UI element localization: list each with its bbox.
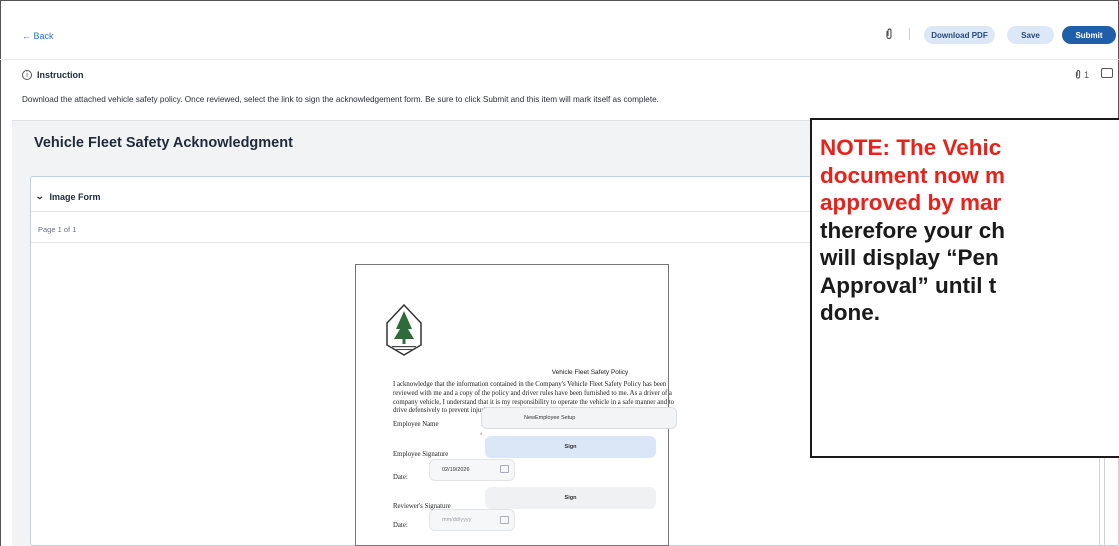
comment-icon[interactable] — [1101, 68, 1113, 78]
note-line: will display “Pen — [820, 245, 999, 270]
note-line: document now m — [820, 162, 1005, 188]
attachments-indicator[interactable]: 1 — [1074, 69, 1089, 80]
instruction-text: Download the attached vehicle safety pol… — [22, 95, 659, 104]
info-icon: i — [22, 70, 32, 80]
calendar-icon[interactable] — [500, 465, 509, 473]
note-line: therefore your ch — [820, 217, 1006, 243]
chevron-down-icon: ⌄ — [34, 191, 45, 201]
submit-button[interactable]: Submit — [1062, 26, 1116, 44]
reviewer-date-label: Date: — [393, 522, 408, 529]
save-button[interactable]: Save — [1007, 26, 1054, 44]
calendar-icon[interactable] — [500, 516, 509, 524]
note-line: done. — [820, 300, 880, 325]
note-callout: NOTE: The Vehic document now m approved … — [810, 118, 1119, 458]
date-label: Date: — [393, 474, 408, 481]
document-title: Vehicle Fleet Safety Policy — [551, 369, 629, 376]
side-panel-edge — [1099, 458, 1105, 546]
instruction-heading-label: Instruction — [37, 70, 84, 80]
paperclip-icon[interactable] — [884, 28, 894, 40]
reviewer-sign-button[interactable]: Sign — [485, 487, 656, 509]
page-title: Vehicle Fleet Safety Acknowledgment — [34, 135, 293, 151]
employee-sign-button[interactable]: Sign — [485, 436, 656, 458]
instruction-heading: i Instruction — [22, 70, 84, 80]
toolbar-divider — [909, 28, 910, 40]
employee-name-label: Employee Name — [393, 421, 439, 428]
page-indicator: Page 1 of 1 — [38, 225, 77, 234]
employee-name-field[interactable]: NewEmployee Setup — [481, 407, 677, 429]
back-link[interactable]: ← Back — [22, 31, 54, 41]
attachment-count: 1 — [1084, 69, 1090, 80]
employee-signature-label: Employee Signature — [393, 451, 449, 458]
section-toggle[interactable]: ⌄ Image Form — [34, 191, 101, 202]
paperclip-icon — [1075, 70, 1081, 79]
required-marker: * — [480, 433, 483, 439]
download-pdf-button[interactable]: Download PDF — [924, 26, 995, 44]
company-logo — [386, 303, 422, 356]
section-label: Image Form — [49, 191, 101, 202]
note-line: NOTE: The Vehic — [820, 135, 1002, 160]
note-line: Approval” until t — [820, 272, 997, 298]
note-line: approved by mar — [820, 190, 1002, 215]
